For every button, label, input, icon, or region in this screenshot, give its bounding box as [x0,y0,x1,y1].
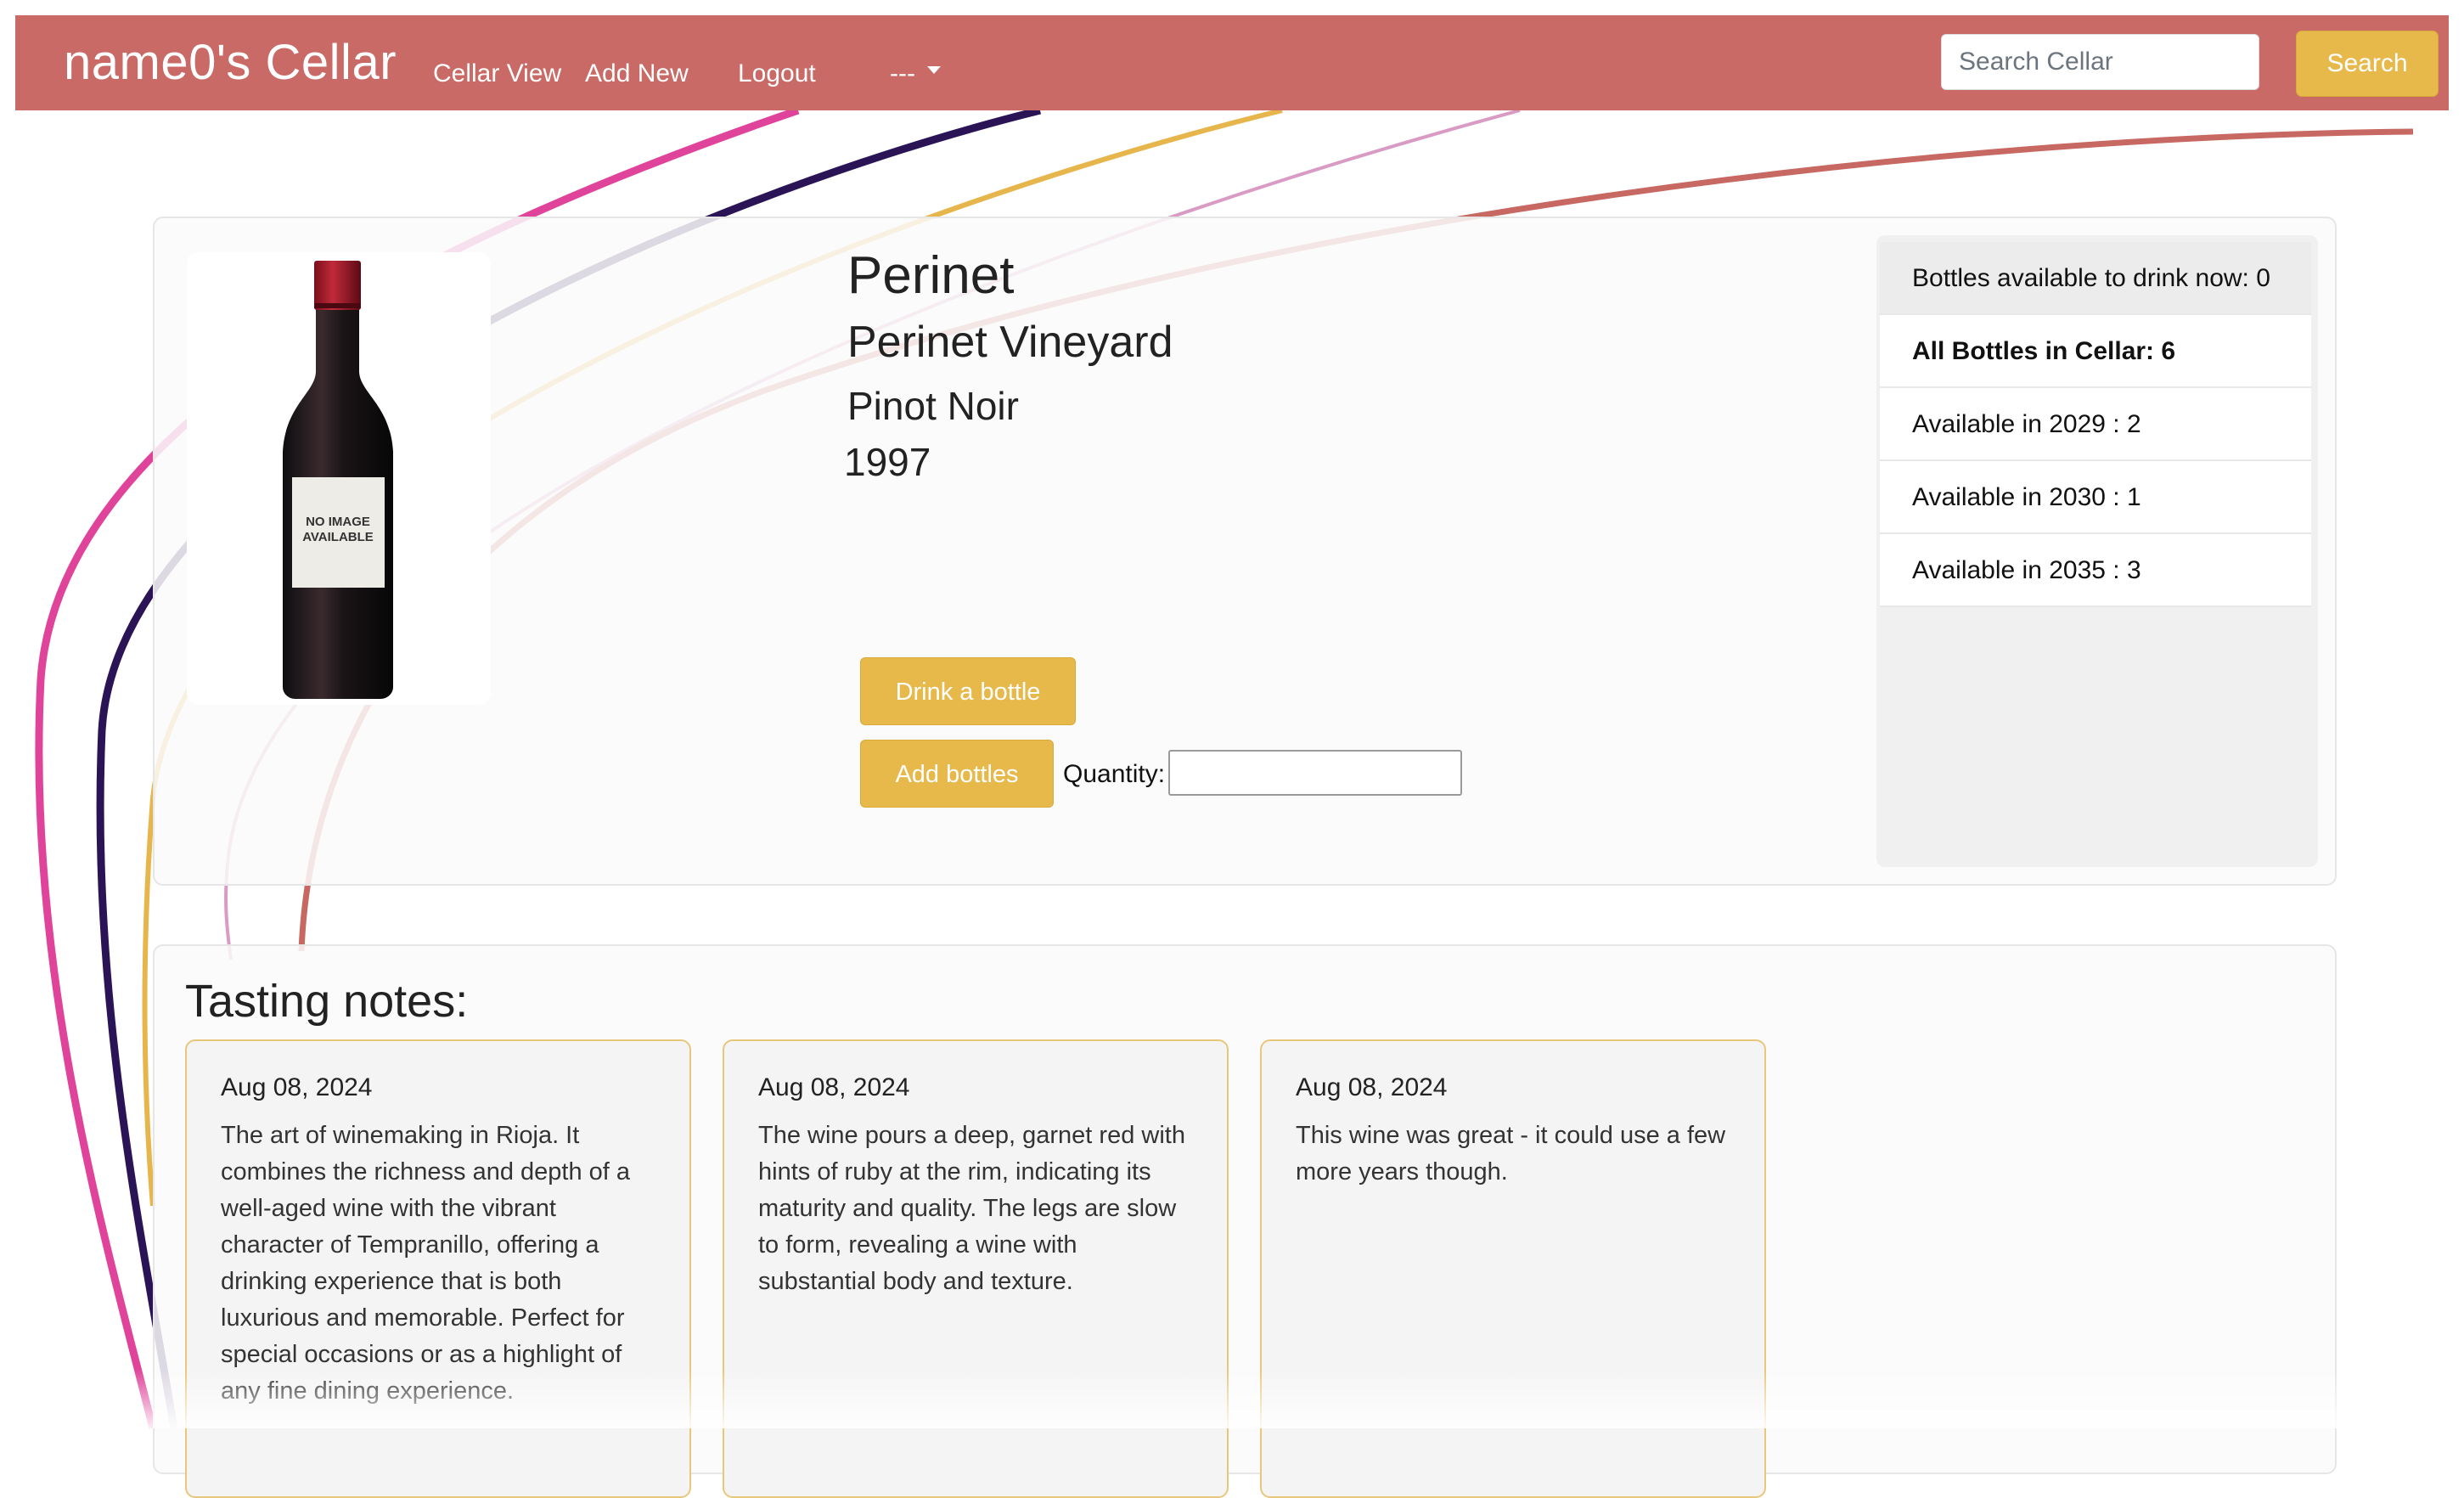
wine-vintage: 1997 [844,440,931,484]
svg-text:NO IMAGE: NO IMAGE [306,515,370,529]
bottom-fade [0,1369,2464,1428]
wine-vineyard: Perinet Vineyard [847,318,1173,367]
total-bottles-item: All Bottles in Cellar: 6 [1880,315,2311,388]
availability-item: Available in 2035 : 3 [1880,534,2311,607]
availability-panel: Bottles available to drink now: 0 All Bo… [1876,235,2318,867]
note-date: Aug 08, 2024 [1296,1073,1448,1101]
nav-cellar-view[interactable]: Cellar View [433,59,561,88]
note-text: The art of winemaking in Rioja. It combi… [221,1122,631,1405]
svg-text:AVAILABLE: AVAILABLE [302,530,374,544]
search-input[interactable] [1941,34,2259,90]
tasting-notes-title: Tasting notes: [185,976,469,1027]
brand-title[interactable]: name0's Cellar [64,34,397,91]
wine-bottle-image: NO IMAGE AVAILABLE [187,252,491,705]
nav-logout[interactable]: Logout [738,59,816,88]
note-text: The wine pours a deep, garnet red with h… [758,1122,1185,1295]
tasting-note: Aug 08, 2024 This wine was great - it co… [1260,1039,1766,1498]
wine-detail-card: NO IMAGE AVAILABLE Perinet Perinet Viney… [153,217,2337,886]
nav-dropdown-label: --- [890,59,915,87]
nav-add-new[interactable]: Add New [585,59,689,88]
search-button[interactable]: Search [2296,31,2439,97]
top-navbar: name0's Cellar Cellar View Add New Logou… [15,15,2449,110]
wine-name: Perinet [847,246,1015,305]
note-date: Aug 08, 2024 [758,1073,910,1101]
availability-item: Available in 2029 : 2 [1880,388,2311,461]
available-now-item: Bottles available to drink now: 0 [1880,242,2311,315]
quantity-label: Quantity: [1063,760,1166,788]
nav-dropdown[interactable]: --- [890,59,941,88]
tasting-note: Aug 08, 2024 The wine pours a deep, garn… [723,1039,1229,1498]
quantity-input[interactable] [1168,750,1462,796]
wine-varietal: Pinot Noir [847,384,1019,428]
caret-down-icon [926,65,941,74]
drink-bottle-button[interactable]: Drink a bottle [860,657,1076,725]
add-bottles-button[interactable]: Add bottles [860,740,1054,808]
availability-item: Available in 2030 : 1 [1880,461,2311,534]
wine-bottle-icon: NO IMAGE AVAILABLE [283,261,393,699]
availability-list: Bottles available to drink now: 0 All Bo… [1880,242,2311,607]
tasting-note: Aug 08, 2024 The art of winemaking in Ri… [185,1039,691,1498]
note-text: This wine was great - it could use a few… [1296,1122,1726,1185]
note-date: Aug 08, 2024 [221,1073,373,1101]
